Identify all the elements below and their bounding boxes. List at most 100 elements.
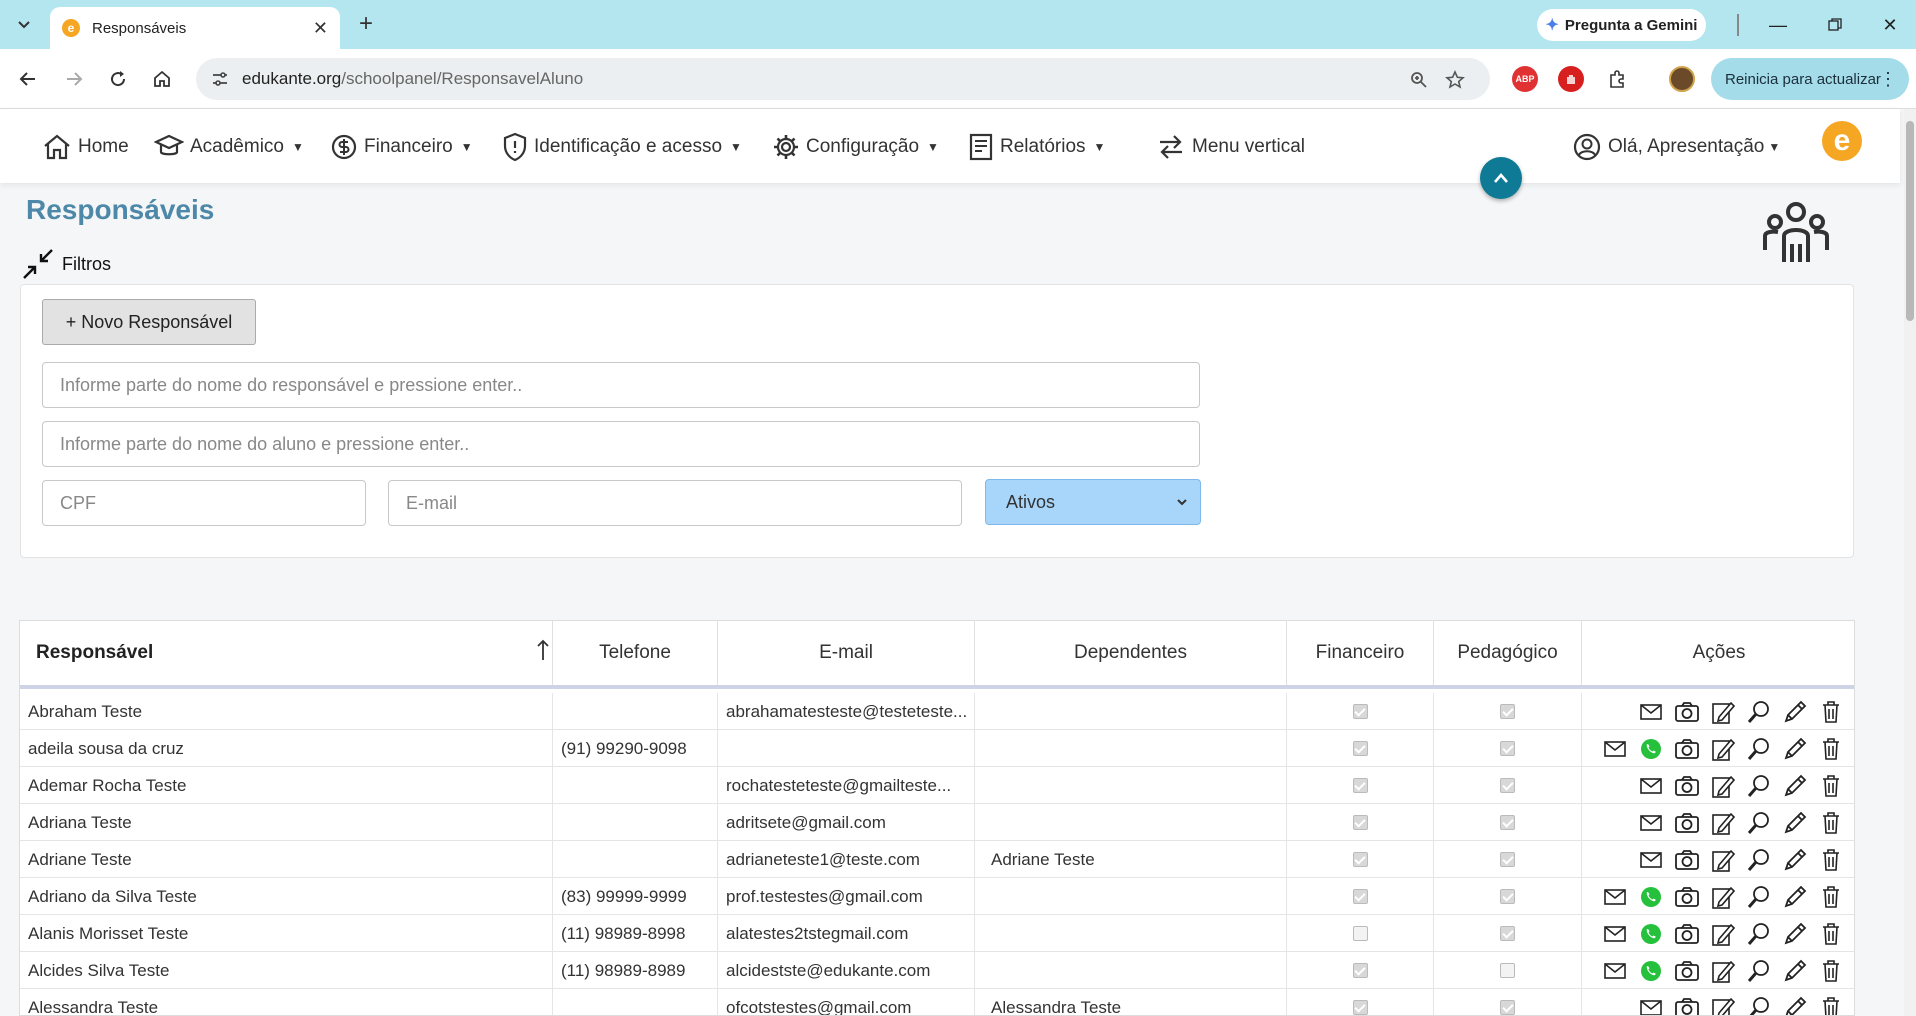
adblock-extension-icon[interactable]: ABP [1512, 66, 1538, 92]
edit-note-icon[interactable] [1710, 884, 1736, 910]
email-icon[interactable] [1638, 699, 1664, 725]
status-select[interactable]: Ativos [985, 479, 1201, 525]
magnifier-icon[interactable] [1746, 773, 1772, 799]
search-aluno-input[interactable] [42, 421, 1200, 467]
trash-icon[interactable] [1818, 847, 1844, 873]
scrollbar-thumb[interactable] [1906, 121, 1914, 321]
nav-home[interactable]: Home [42, 129, 129, 165]
pencil-icon[interactable] [1782, 773, 1808, 799]
page-scrollbar[interactable] [1904, 109, 1916, 1016]
table-row[interactable]: Alanis Morisset Teste (11) 98989-8998 alat… [20, 915, 1854, 952]
reload-icon[interactable] [102, 63, 134, 95]
table-row[interactable]: Adriano da Silva Teste (83) 99999-9999 pro… [20, 878, 1854, 915]
back-arrow-icon[interactable] [12, 63, 44, 95]
table-row[interactable]: Ademar Rocha Teste rochatesteteste@gmailt… [20, 767, 1854, 804]
email-icon[interactable] [1638, 847, 1664, 873]
header-pedagogico[interactable]: Pedagógico [1434, 621, 1582, 685]
minimize-icon[interactable]: — [1763, 10, 1793, 40]
update-browser-button[interactable]: Reinicia para actualizar ⋮ [1711, 58, 1909, 100]
whatsapp-icon[interactable] [1638, 921, 1664, 947]
nav-financeiro[interactable]: Financeiro ▼ [330, 129, 473, 165]
header-financeiro[interactable]: Financeiro [1287, 621, 1434, 685]
restore-icon[interactable] [1820, 10, 1850, 40]
gemini-button[interactable]: ✦ Pregunta a Gemini [1537, 9, 1706, 41]
trash-icon[interactable] [1818, 995, 1844, 1015]
camera-icon[interactable] [1674, 958, 1700, 984]
bookmark-star-icon[interactable] [1444, 69, 1466, 91]
pencil-icon[interactable] [1782, 699, 1808, 725]
camera-icon[interactable] [1674, 810, 1700, 836]
tab-list-chevron-icon[interactable] [10, 12, 38, 38]
magnifier-icon[interactable] [1746, 699, 1772, 725]
new-tab-plus-icon[interactable]: + [352, 10, 380, 38]
email-icon[interactable] [1602, 921, 1628, 947]
home-icon[interactable] [146, 63, 178, 95]
new-responsavel-button[interactable]: + Novo Responsável [42, 299, 256, 345]
email-icon[interactable] [1638, 995, 1664, 1015]
table-row[interactable]: Abraham Teste abrahamatesteste@testeteste… [20, 693, 1854, 730]
pencil-icon[interactable] [1782, 884, 1808, 910]
pencil-icon[interactable] [1782, 810, 1808, 836]
magnifier-icon[interactable] [1746, 884, 1772, 910]
header-email[interactable]: E-mail [718, 621, 975, 685]
stop-hand-extension-icon[interactable] [1558, 66, 1584, 92]
trash-icon[interactable] [1818, 773, 1844, 799]
trash-icon[interactable] [1818, 810, 1844, 836]
nav-academico[interactable]: Acadêmico ▼ [154, 129, 304, 165]
pencil-icon[interactable] [1782, 995, 1808, 1015]
trash-icon[interactable] [1818, 958, 1844, 984]
email-icon[interactable] [1602, 958, 1628, 984]
whatsapp-icon[interactable] [1638, 958, 1664, 984]
profile-avatar-icon[interactable] [1669, 66, 1695, 92]
table-row[interactable]: Adriane Teste adrianeteste1@teste.com Adri… [20, 841, 1854, 878]
close-tab-icon[interactable]: ✕ [313, 18, 328, 39]
edit-note-icon[interactable] [1710, 847, 1736, 873]
email-icon[interactable] [1602, 884, 1628, 910]
header-telefone[interactable]: Telefone [553, 621, 718, 685]
pencil-icon[interactable] [1782, 736, 1808, 762]
edit-note-icon[interactable] [1710, 995, 1736, 1015]
camera-icon[interactable] [1674, 921, 1700, 947]
table-row[interactable]: adeila sousa da cruz (91) 99290-9098 [20, 730, 1854, 767]
camera-icon[interactable] [1674, 773, 1700, 799]
address-bar[interactable]: edukante.org/schoolpanel/ResponsavelAlun… [196, 58, 1490, 100]
site-settings-icon[interactable] [210, 69, 230, 89]
whatsapp-icon[interactable] [1638, 884, 1664, 910]
camera-icon[interactable] [1674, 847, 1700, 873]
edit-note-icon[interactable] [1710, 699, 1736, 725]
camera-icon[interactable] [1674, 699, 1700, 725]
edukante-logo[interactable]: e [1822, 121, 1862, 161]
email-icon[interactable] [1602, 736, 1628, 762]
trash-icon[interactable] [1818, 736, 1844, 762]
magnifier-icon[interactable] [1746, 810, 1772, 836]
trash-icon[interactable] [1818, 921, 1844, 947]
extensions-puzzle-icon[interactable] [1604, 66, 1630, 92]
edit-note-icon[interactable] [1710, 810, 1736, 836]
header-responsavel[interactable]: Responsável [20, 621, 553, 685]
filters-toggle[interactable]: Filtros [22, 248, 111, 280]
email-input[interactable] [388, 480, 962, 526]
nav-configuracao[interactable]: Configuração ▼ [772, 129, 939, 165]
camera-icon[interactable] [1674, 995, 1700, 1015]
edit-note-icon[interactable] [1710, 958, 1736, 984]
cpf-input[interactable] [42, 480, 366, 526]
nav-menu-vertical[interactable]: Menu vertical [1156, 129, 1305, 165]
pencil-icon[interactable] [1782, 847, 1808, 873]
pencil-icon[interactable] [1782, 921, 1808, 947]
table-row[interactable]: Alessandra Teste ofcotstestes@gmail.com Al… [20, 989, 1854, 1015]
table-row[interactable]: Adriana Teste adritsete@gmail.com [20, 804, 1854, 841]
nav-relatorios[interactable]: Relatórios ▼ [968, 129, 1105, 165]
table-row[interactable]: Alcides Silva Teste (11) 98989-8989 alcide… [20, 952, 1854, 989]
magnifier-icon[interactable] [1746, 958, 1772, 984]
sort-arrow-up-icon[interactable] [536, 639, 550, 667]
magnifier-icon[interactable] [1746, 921, 1772, 947]
browser-tab-active[interactable]: e Responsáveis ✕ [50, 7, 340, 49]
edit-note-icon[interactable] [1710, 773, 1736, 799]
magnifier-icon[interactable] [1746, 847, 1772, 873]
camera-icon[interactable] [1674, 736, 1700, 762]
pencil-icon[interactable] [1782, 958, 1808, 984]
search-responsavel-input[interactable] [42, 362, 1200, 408]
trash-icon[interactable] [1818, 884, 1844, 910]
email-icon[interactable] [1638, 810, 1664, 836]
magnifier-icon[interactable] [1746, 995, 1772, 1015]
